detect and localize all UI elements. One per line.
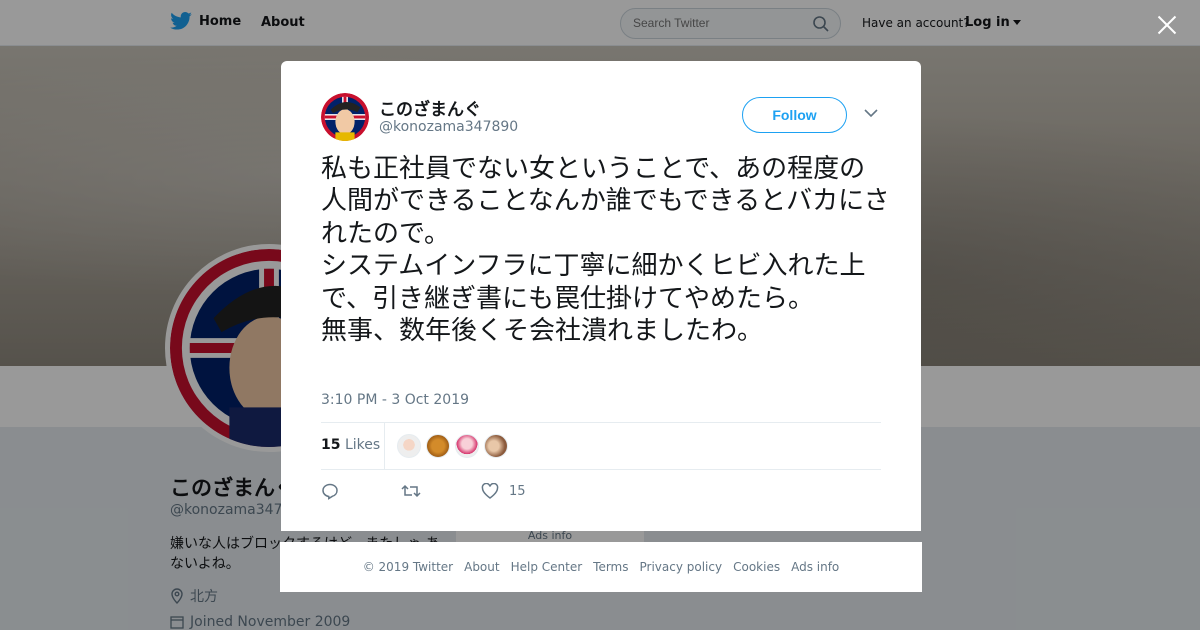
- liker-avatar[interactable]: [397, 434, 421, 458]
- divider: [321, 422, 881, 423]
- divider: [384, 422, 385, 470]
- avatar-illustration: [321, 93, 369, 141]
- liker-avatar[interactable]: [426, 434, 450, 458]
- tweet-modal: このざまんぐ @konozama347890 Follow 私も正社員でない女と…: [281, 61, 921, 531]
- tweet-author-name[interactable]: このざまんぐ: [379, 95, 481, 120]
- footer-link-terms[interactable]: Terms: [593, 560, 628, 574]
- reply-icon: [322, 483, 338, 500]
- tweet-timestamp[interactable]: 3:10 PM - 3 Oct 2019: [321, 392, 469, 408]
- footer-link-help-center[interactable]: Help Center: [511, 560, 583, 574]
- retweet-button[interactable]: [401, 483, 421, 499]
- likes-label: Likes: [344, 437, 381, 453]
- footer-link-privacy[interactable]: Privacy policy: [640, 560, 723, 574]
- heart-icon: [481, 483, 499, 499]
- liker-avatar[interactable]: [484, 434, 508, 458]
- liker-avatar[interactable]: [455, 434, 479, 458]
- footer-link-ads-info[interactable]: Ads info: [791, 560, 839, 574]
- likes-count-link[interactable]: 15 Likes: [321, 437, 380, 453]
- close-icon[interactable]: [1156, 14, 1178, 36]
- footer-link-cookies[interactable]: Cookies: [733, 560, 780, 574]
- tweet-text: 私も正社員でない女ということで、あの程度の人間ができることなんか誰でもできるとバ…: [321, 154, 890, 347]
- tweet-actions: 15: [321, 482, 526, 500]
- likers-avatars: [397, 434, 508, 458]
- chevron-down-icon[interactable]: [864, 108, 878, 118]
- reply-button[interactable]: [321, 482, 339, 500]
- like-count: 15: [509, 483, 526, 499]
- likes-count: 15: [321, 437, 341, 453]
- tweet-author-handle[interactable]: @konozama347890: [379, 119, 518, 135]
- like-button[interactable]: 15: [481, 483, 526, 499]
- divider: [321, 469, 881, 470]
- footer-link-about[interactable]: About: [464, 560, 499, 574]
- tweet-author-avatar[interactable]: [321, 93, 369, 141]
- retweet-icon: [401, 484, 421, 498]
- footer-copyright: © 2019 Twitter: [362, 560, 454, 574]
- footer: © 2019 Twitter About Help Center Terms P…: [280, 542, 922, 592]
- follow-button[interactable]: Follow: [742, 97, 847, 133]
